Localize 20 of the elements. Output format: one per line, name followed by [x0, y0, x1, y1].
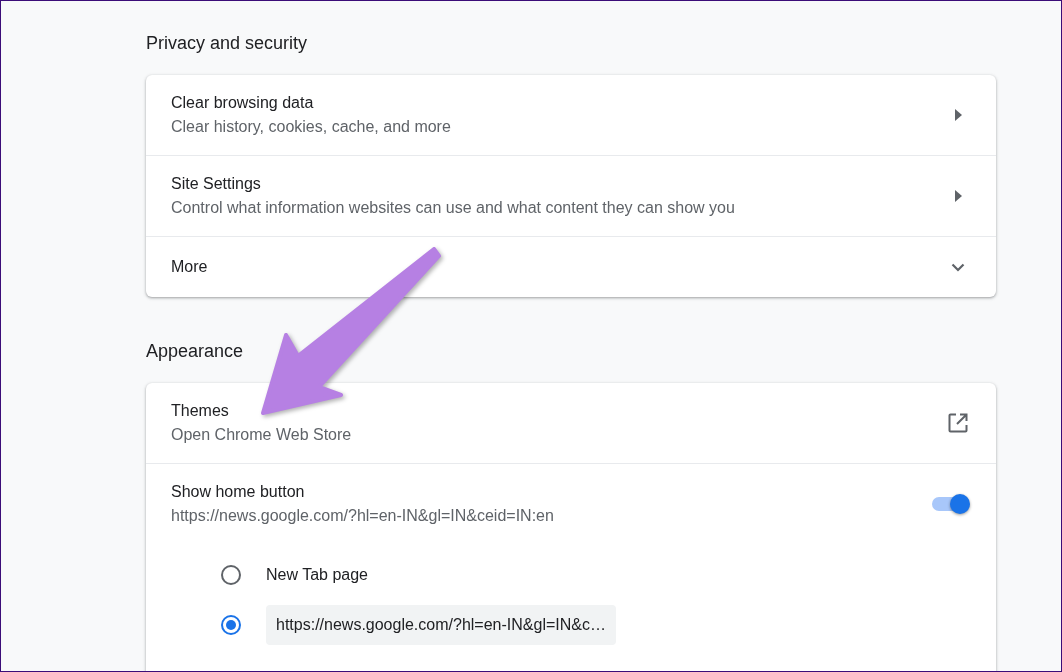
setting-title: Site Settings	[171, 174, 261, 194]
setting-description: Open Chrome Web Store	[171, 425, 352, 445]
setting-title: Clear browsing data	[171, 93, 314, 113]
external-link-icon[interactable]	[948, 413, 968, 433]
caret-right-icon[interactable]	[954, 109, 962, 121]
caret-right-icon[interactable]	[954, 190, 962, 202]
section-heading: Appearance	[146, 340, 244, 363]
setting-description: https://news.google.com/?hl=en-IN&gl=IN&ceid=IN:en	[171, 506, 554, 526]
url-input-field[interactable]: https://news.google.com/?hl=en-IN&gl=IN&c…	[266, 605, 616, 645]
setting-description: Control what information websites can use and what content they can show you	[171, 198, 735, 218]
toggle-switch[interactable]	[932, 494, 970, 514]
section-heading: Privacy and security	[146, 32, 308, 55]
radio-button[interactable]	[221, 565, 241, 585]
setting-title: More	[171, 257, 208, 277]
setting-description: Clear history, cookies, cache, and more	[171, 117, 451, 137]
radio-button[interactable]	[221, 615, 241, 635]
setting-title: Show home button	[171, 482, 305, 502]
chevron-down-icon[interactable]	[951, 262, 965, 272]
radio-label: New Tab page	[266, 565, 368, 585]
setting-title: Themes	[171, 401, 229, 421]
